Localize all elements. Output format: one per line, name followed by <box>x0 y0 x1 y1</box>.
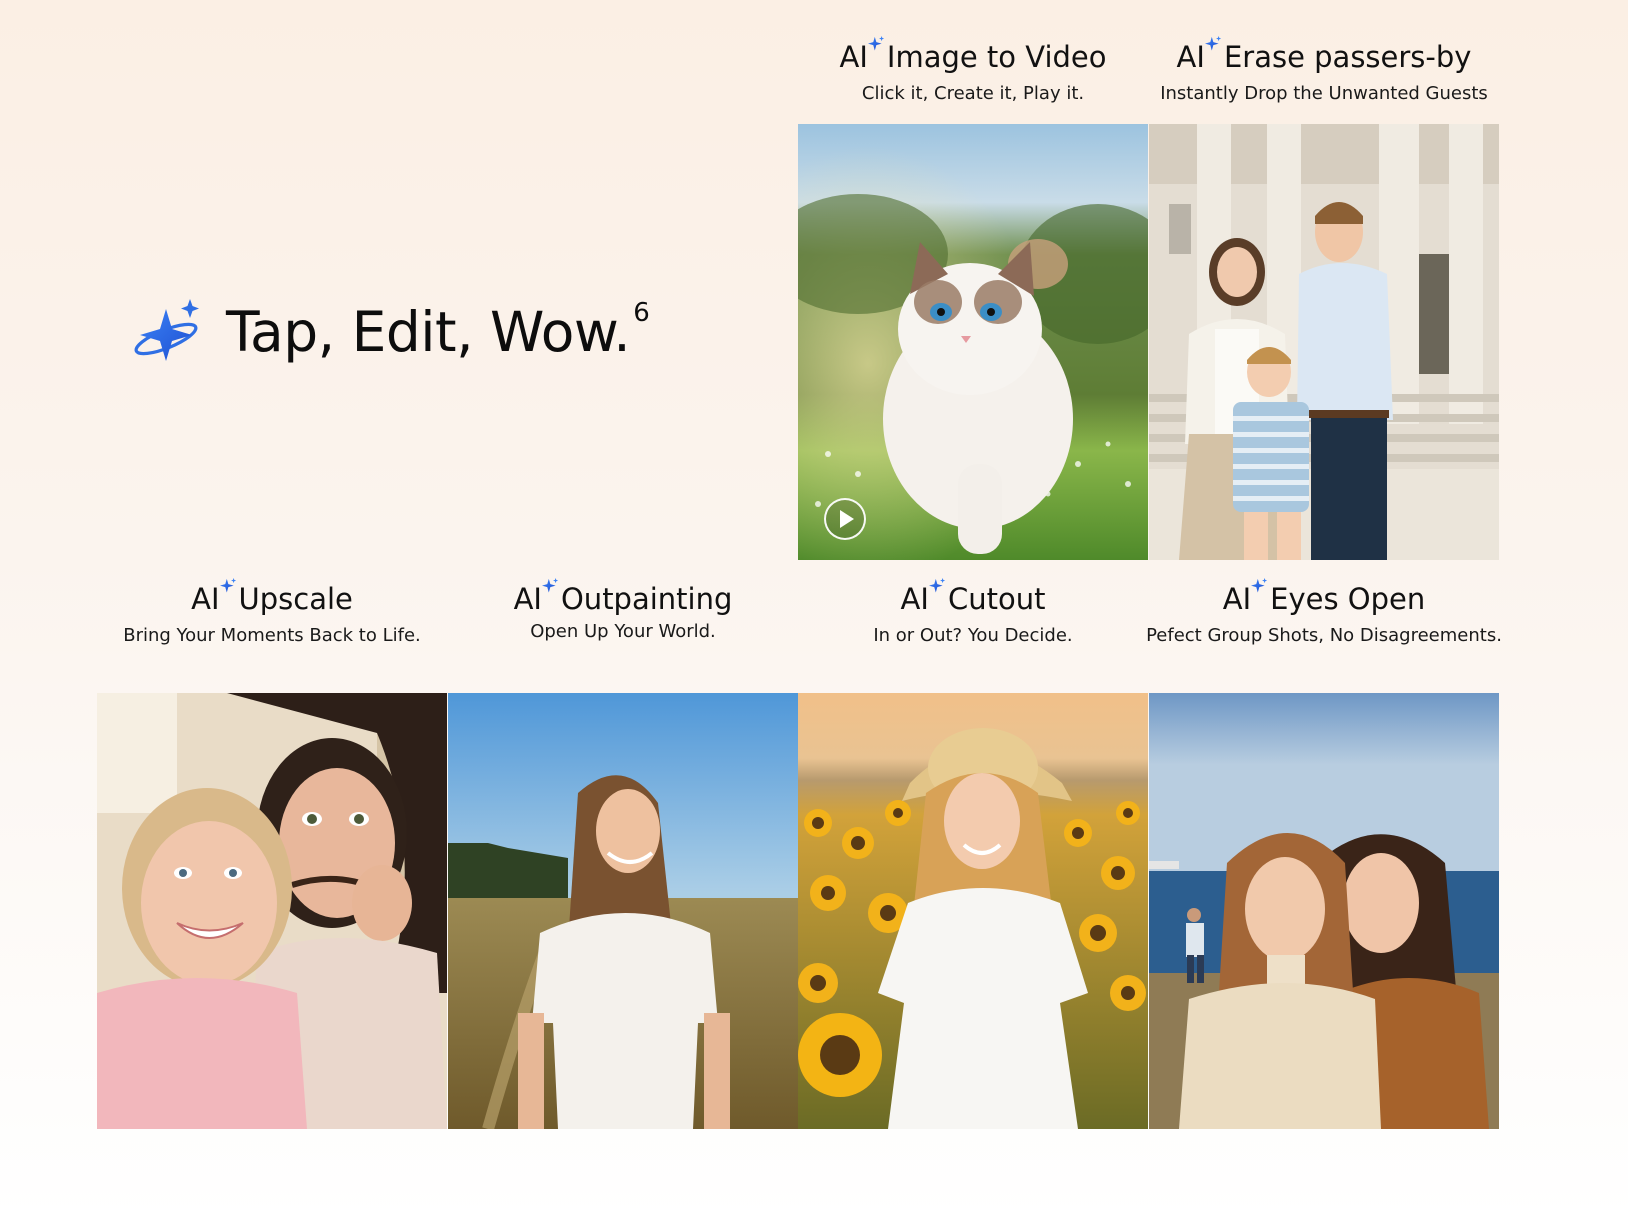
girl-sunflowers-photo[interactable] <box>798 693 1148 1129</box>
ai-sparkle-icon <box>929 578 946 595</box>
feature-subtitle: Pefect Group Shots, No Disagreements. <box>1146 625 1502 646</box>
cat-in-meadow-photo[interactable] <box>798 124 1148 560</box>
feature-title: AI Erase passers-by <box>1109 36 1539 75</box>
woman-in-field-photo[interactable] <box>448 693 798 1129</box>
ai-sparkle-icon <box>1251 578 1268 595</box>
two-women-seaside-photo[interactable] <box>1149 693 1499 1129</box>
ai-sparkle-icon <box>868 36 885 53</box>
play-button[interactable] <box>824 498 866 540</box>
feature-subtitle: Instantly Drop the Unwanted Guests <box>1160 83 1488 104</box>
feature-header: AI Eyes Open Pefect Group Shots, No Disag… <box>1109 578 1539 647</box>
feature-title: AI Eyes Open <box>1109 578 1539 617</box>
ai-sparkle-icon <box>134 299 199 361</box>
ai-sparkle-icon <box>220 578 237 595</box>
feature-header: AI Erase passers-by Instantly Drop the Un… <box>1109 36 1539 105</box>
ai-sparkle-icon <box>542 578 559 595</box>
ai-sparkle-icon <box>1205 36 1222 53</box>
footnote-marker[interactable]: 6 <box>633 298 650 328</box>
hero-title: Tap, Edit, Wow. 6 <box>226 298 650 364</box>
mother-daughter-photo[interactable] <box>97 693 447 1129</box>
hero-heading: Tap, Edit, Wow. 6 <box>132 295 650 367</box>
family-photo[interactable] <box>1149 124 1499 560</box>
